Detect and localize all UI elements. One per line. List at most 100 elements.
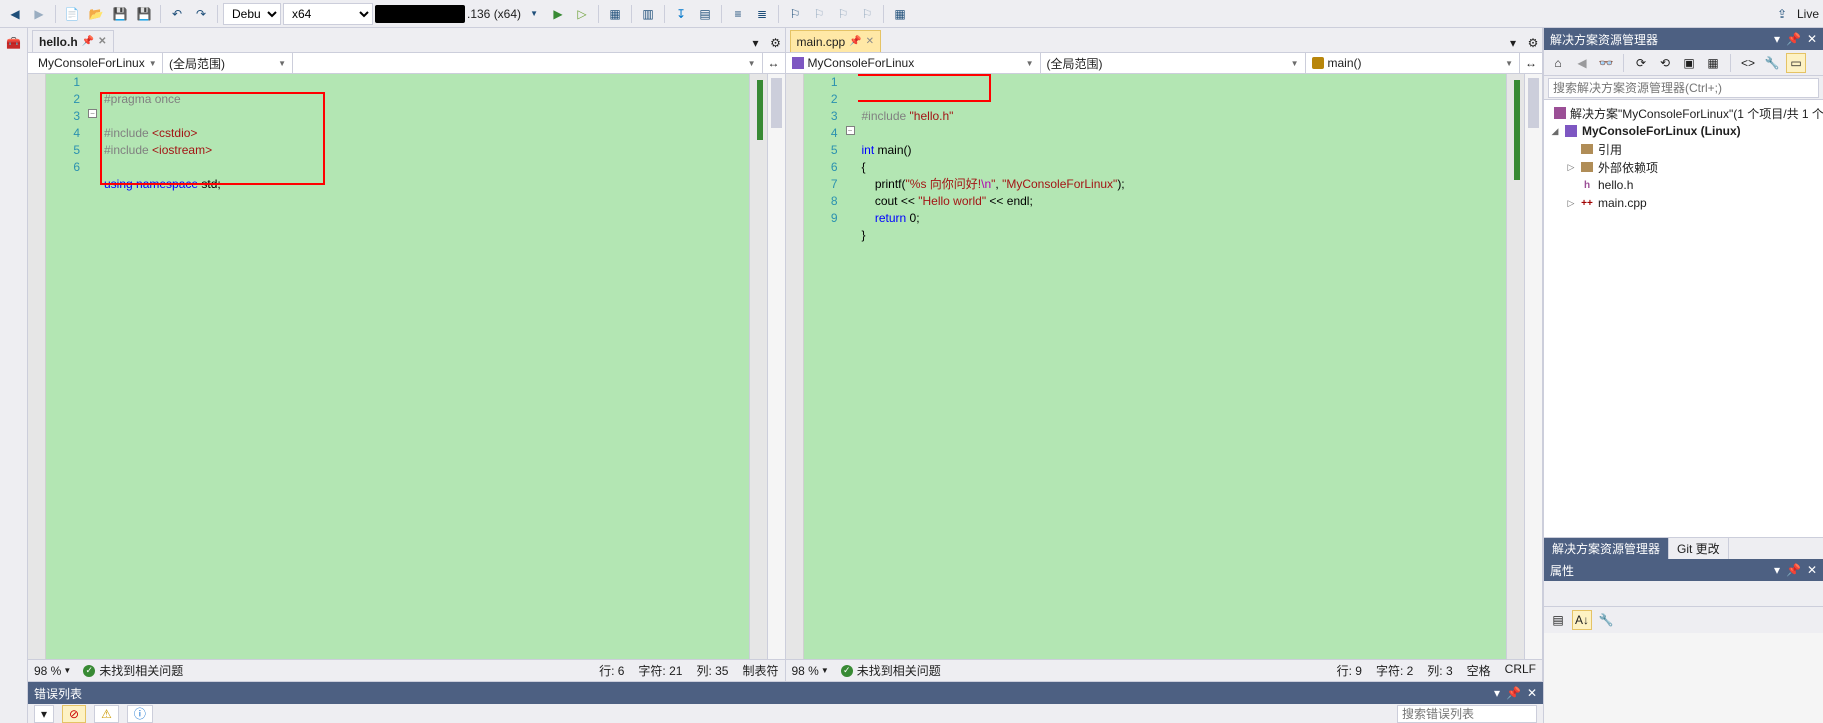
chevron-down-icon[interactable]: ▾: [1774, 32, 1780, 46]
code-editor-left[interactable]: #pragma once #include <cstdio> #include …: [100, 74, 749, 659]
status-char[interactable]: 字符: 2: [1376, 662, 1413, 679]
pin-icon[interactable]: 📌: [849, 36, 861, 47]
nav-scope-dropdown[interactable]: (全局范围)▼: [163, 53, 293, 73]
vertical-scrollbar[interactable]: [1524, 74, 1542, 659]
close-icon[interactable]: ✕: [1807, 32, 1817, 46]
nav-swap-button[interactable]: ↔: [763, 53, 785, 73]
status-line[interactable]: 行: 9: [1337, 662, 1362, 679]
pin-icon[interactable]: 📌: [1506, 686, 1521, 700]
close-icon[interactable]: ✕: [1807, 563, 1817, 577]
properties-combo[interactable]: [1544, 581, 1823, 607]
settings-icon[interactable]: ⚙: [1524, 34, 1542, 52]
nav-project-dropdown[interactable]: MyConsoleForLinux▼: [786, 53, 1041, 73]
chevron-down-icon[interactable]: ▾: [1494, 686, 1500, 700]
pin-icon[interactable]: 📌: [1786, 563, 1801, 577]
pin-icon[interactable]: 📌: [82, 36, 94, 47]
config-dropdown[interactable]: Debug: [223, 3, 281, 25]
tab-overflow-icon[interactable]: ▾: [1504, 34, 1522, 52]
tree-external-deps[interactable]: ▷外部依赖项: [1546, 158, 1821, 176]
prop-pages-icon[interactable]: 🔧: [1596, 610, 1616, 630]
tool2-icon[interactable]: ▥: [637, 3, 659, 25]
showall-icon[interactable]: ▦: [1703, 53, 1723, 73]
tree-file-hello-h[interactable]: hhello.h: [1546, 176, 1821, 194]
preview-icon[interactable]: ▭: [1786, 53, 1806, 73]
vertical-scrollbar[interactable]: [767, 74, 785, 659]
status-indent[interactable]: 制表符: [742, 662, 778, 679]
open-icon[interactable]: 📂: [85, 3, 107, 25]
next-bm-icon[interactable]: ⚐: [832, 3, 854, 25]
undo-icon[interactable]: ↶: [166, 3, 188, 25]
status-lineending[interactable]: CRLF: [1505, 662, 1536, 679]
alphabetical-icon[interactable]: A↓: [1572, 610, 1592, 630]
target-dropdown-icon[interactable]: ▼: [523, 3, 545, 25]
expander-icon[interactable]: ▷: [1566, 162, 1576, 173]
tree-solution[interactable]: 解决方案"MyConsoleForLinux"(1 个项目/共 1 个): [1546, 104, 1821, 122]
dock-tab-git-changes[interactable]: Git 更改: [1669, 538, 1729, 559]
warnings-chip[interactable]: ⚠: [94, 705, 119, 723]
nav-swap-button[interactable]: ↔: [1520, 53, 1542, 73]
status-line[interactable]: 行: 6: [599, 662, 624, 679]
nav-fwd-icon[interactable]: ▶: [28, 3, 50, 25]
breakpoint-gutter[interactable]: [28, 74, 46, 659]
bookmark-icon[interactable]: ⚐: [784, 3, 806, 25]
categorized-icon[interactable]: ▤: [1548, 610, 1568, 630]
breakpoint-gutter[interactable]: [786, 74, 804, 659]
issues-indicator[interactable]: ✓未找到相关问题: [83, 662, 183, 679]
tool3-icon[interactable]: ▤: [694, 3, 716, 25]
tab-overflow-icon[interactable]: ▾: [747, 34, 765, 52]
issues-indicator[interactable]: ✓未找到相关问题: [841, 662, 941, 679]
chevron-down-icon[interactable]: ▾: [1774, 563, 1780, 577]
start-debug-icon[interactable]: ▶: [547, 3, 569, 25]
tree-project[interactable]: ◢MyConsoleForLinux (Linux): [1546, 122, 1821, 140]
expander-icon[interactable]: ▷: [1566, 198, 1576, 209]
code-icon[interactable]: <>: [1738, 53, 1758, 73]
properties-header[interactable]: 属性 ▾📌✕: [1544, 559, 1823, 581]
prev-bm-icon[interactable]: ⚐: [808, 3, 830, 25]
indent-left-icon[interactable]: ≡: [727, 3, 749, 25]
nav-project-dropdown[interactable]: MyConsoleForLinux▼: [28, 53, 163, 73]
view-icon[interactable]: 👓: [1596, 53, 1616, 73]
save-icon[interactable]: 💾: [109, 3, 131, 25]
nav-scope-dropdown[interactable]: (全局范围)▼: [1041, 53, 1306, 73]
properties-grid[interactable]: [1544, 633, 1823, 723]
code-editor-right[interactable]: #include "hello.h" int main() { printf("…: [858, 74, 1507, 659]
fold-toggle-icon[interactable]: −: [88, 109, 97, 118]
fold-toggle-icon[interactable]: −: [846, 126, 855, 135]
tab-main-cpp[interactable]: main.cpp 📌 ✕: [790, 30, 882, 52]
back-icon[interactable]: ◀: [1572, 53, 1592, 73]
rail-icon[interactable]: 🧰: [3, 32, 25, 54]
sync-icon[interactable]: ⟳: [1631, 53, 1651, 73]
extra-icon[interactable]: ▦: [889, 3, 911, 25]
solution-explorer-header[interactable]: 解决方案资源管理器 ▾📌✕: [1544, 28, 1823, 50]
pin-icon[interactable]: 📌: [1786, 32, 1801, 46]
filter-dropdown[interactable]: ▾: [34, 705, 54, 723]
tool1-icon[interactable]: ▦: [604, 3, 626, 25]
nav-member-dropdown[interactable]: ▼: [293, 53, 763, 73]
nav-member-dropdown[interactable]: main()▼: [1306, 53, 1521, 73]
tree-file-main-cpp[interactable]: ▷++main.cpp: [1546, 194, 1821, 212]
zoom-control[interactable]: 98 %▼: [34, 664, 71, 678]
status-indent[interactable]: 空格: [1467, 662, 1491, 679]
close-icon[interactable]: ✕: [866, 36, 874, 47]
home-icon[interactable]: ⌂: [1548, 53, 1568, 73]
dock-tab-solution-explorer[interactable]: 解决方案资源管理器: [1544, 538, 1669, 559]
fold-gutter[interactable]: −: [844, 74, 858, 659]
step-icon[interactable]: ↧: [670, 3, 692, 25]
messages-chip[interactable]: ⓘ: [127, 705, 153, 723]
panel-header[interactable]: 错误列表 ▾📌✕: [28, 682, 1543, 704]
status-col[interactable]: 列: 35: [696, 662, 728, 679]
redo-icon[interactable]: ↷: [190, 3, 212, 25]
collapse-icon[interactable]: ▣: [1679, 53, 1699, 73]
se-search-input[interactable]: [1548, 78, 1819, 98]
nav-back-icon[interactable]: ◀: [4, 3, 26, 25]
settings-icon[interactable]: ⚙: [767, 34, 785, 52]
solution-tree[interactable]: 解决方案"MyConsoleForLinux"(1 个项目/共 1 个) ◢My…: [1544, 100, 1823, 537]
live-share-icon[interactable]: ⇪: [1771, 3, 1793, 25]
close-icon[interactable]: ✕: [1527, 686, 1537, 700]
expander-icon[interactable]: ◢: [1550, 126, 1560, 137]
refresh-icon[interactable]: ⟲: [1655, 53, 1675, 73]
errors-chip[interactable]: ⊘: [62, 705, 86, 723]
status-char[interactable]: 字符: 21: [638, 662, 682, 679]
tab-hello-h[interactable]: hello.h 📌 ✕: [32, 30, 114, 52]
clear-bm-icon[interactable]: ⚐: [856, 3, 878, 25]
